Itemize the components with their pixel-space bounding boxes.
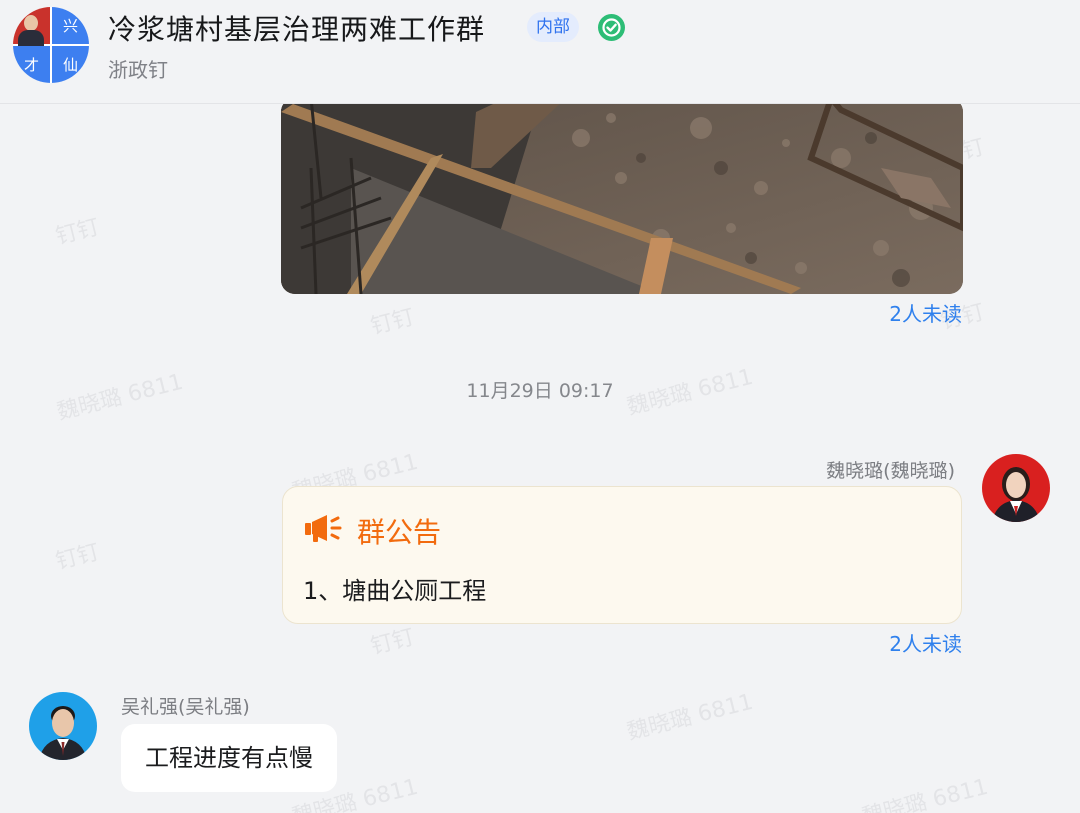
megaphone-icon xyxy=(303,513,343,547)
member-avatar xyxy=(13,7,50,46)
image-message[interactable] xyxy=(281,104,963,294)
text-message-bubble[interactable]: 工程进度有点慢 xyxy=(121,724,337,792)
group-title[interactable]: 冷浆塘村基层治理两难工作群 xyxy=(108,8,485,48)
message-list[interactable]: 钉钉 钉钉 魏晓璐 6811 魏晓璐 6811 钉钉 钉钉 钉钉 魏晓璐 681… xyxy=(0,104,1080,813)
image-read-status[interactable]: 2人未读 xyxy=(889,298,962,327)
avatar-char-1: 兴 xyxy=(52,7,89,44)
notice-read-status[interactable]: 2人未读 xyxy=(889,628,962,657)
watermark: 钉钉 xyxy=(368,304,417,340)
verified-check-icon xyxy=(598,14,625,41)
notice-title: 群公告 xyxy=(357,516,442,549)
watermark: 钉钉 xyxy=(53,214,102,250)
notice-sender-name: 魏晓璐(魏晓璐) xyxy=(826,460,955,482)
group-avatar[interactable]: 兴 才 仙 xyxy=(13,7,89,83)
group-notice-card[interactable]: 群公告 1、塘曲公厕工程 xyxy=(282,486,962,624)
avatar-char-2: 才 xyxy=(13,46,50,83)
internal-badge: 内部 xyxy=(527,12,579,42)
org-subtitle: 浙政钉 xyxy=(108,58,168,82)
notice-body: 1、塘曲公厕工程 xyxy=(303,577,487,605)
avatar-char-3: 仙 xyxy=(52,46,89,83)
message-timestamp: 11月29日 09:17 xyxy=(466,380,614,402)
watermark: 魏晓璐 6811 xyxy=(624,689,756,746)
sender-avatar[interactable] xyxy=(29,692,97,760)
chat-header: 兴 才 仙 冷浆塘村基层治理两难工作群 内部 浙政钉 xyxy=(0,0,1080,104)
sender-avatar[interactable] xyxy=(982,454,1050,522)
watermark: 钉钉 xyxy=(53,539,102,575)
watermark: 魏晓璐 6811 xyxy=(859,774,991,813)
text-sender-name: 吴礼强(吴礼强) xyxy=(121,696,250,718)
watermark: 钉钉 xyxy=(368,624,417,660)
